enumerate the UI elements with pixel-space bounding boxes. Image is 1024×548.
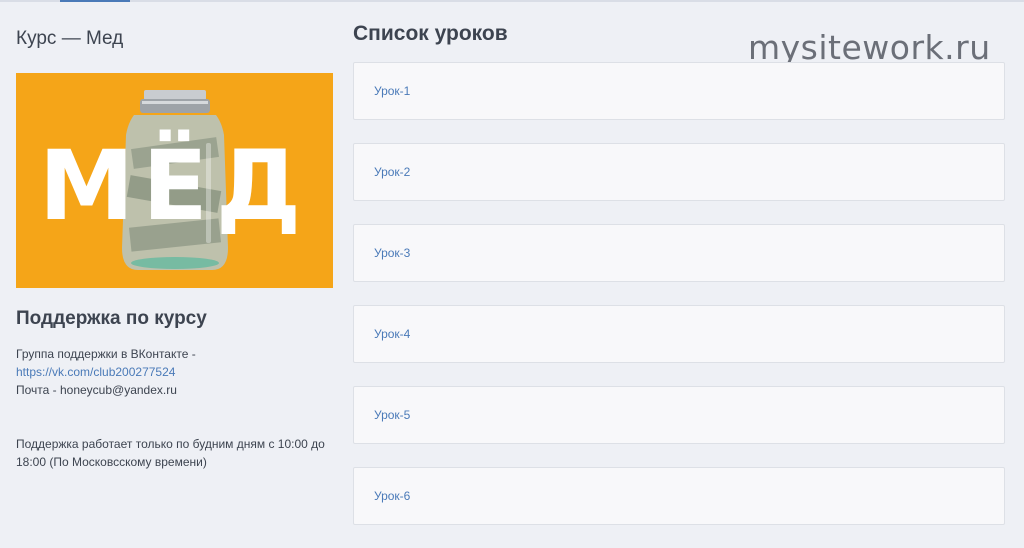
lessons-title: Список уроков [353,22,508,45]
lesson-link[interactable]: Урок-1 [374,84,410,98]
course-title: Курс — Мед [16,28,124,49]
lesson-link[interactable]: Урок-2 [374,165,410,179]
lesson-item[interactable]: Урок-3 [353,224,1005,282]
course-cover-image: МЁД [16,73,333,288]
support-title: Поддержка по курсу [16,308,207,329]
lesson-item[interactable]: Урок-4 [353,305,1005,363]
lesson-item[interactable]: Урок-6 [353,467,1005,525]
lesson-link[interactable]: Урок-5 [374,408,410,422]
lesson-link[interactable]: Урок-6 [374,489,410,503]
top-nav-bar [0,0,1024,2]
lesson-item[interactable]: Урок-2 [353,143,1005,201]
lesson-item[interactable]: Урок-1 [353,62,1005,120]
lesson-link[interactable]: Урок-4 [374,327,410,341]
support-group-link[interactable]: https://vk.com/club200277524 [16,365,175,379]
lesson-list: Урок-1 Урок-2 Урок-3 Урок-4 Урок-5 Урок-… [353,62,1005,548]
top-nav-active-indicator [60,0,130,2]
support-hours-text: Поддержка работает только по будним дням… [16,437,325,469]
lesson-link[interactable]: Урок-3 [374,246,410,260]
support-group-text: Группа поддержки в ВКонтакте - [16,347,196,361]
cover-word: МЁД [39,129,310,242]
lesson-item[interactable]: Урок-5 [353,386,1005,444]
honey-jar-illustration: МЁД [16,73,333,288]
support-info: Группа поддержки в ВКонтакте - https://v… [16,345,336,471]
support-mail-text: Почта - honeycub@yandex.ru [16,383,177,397]
